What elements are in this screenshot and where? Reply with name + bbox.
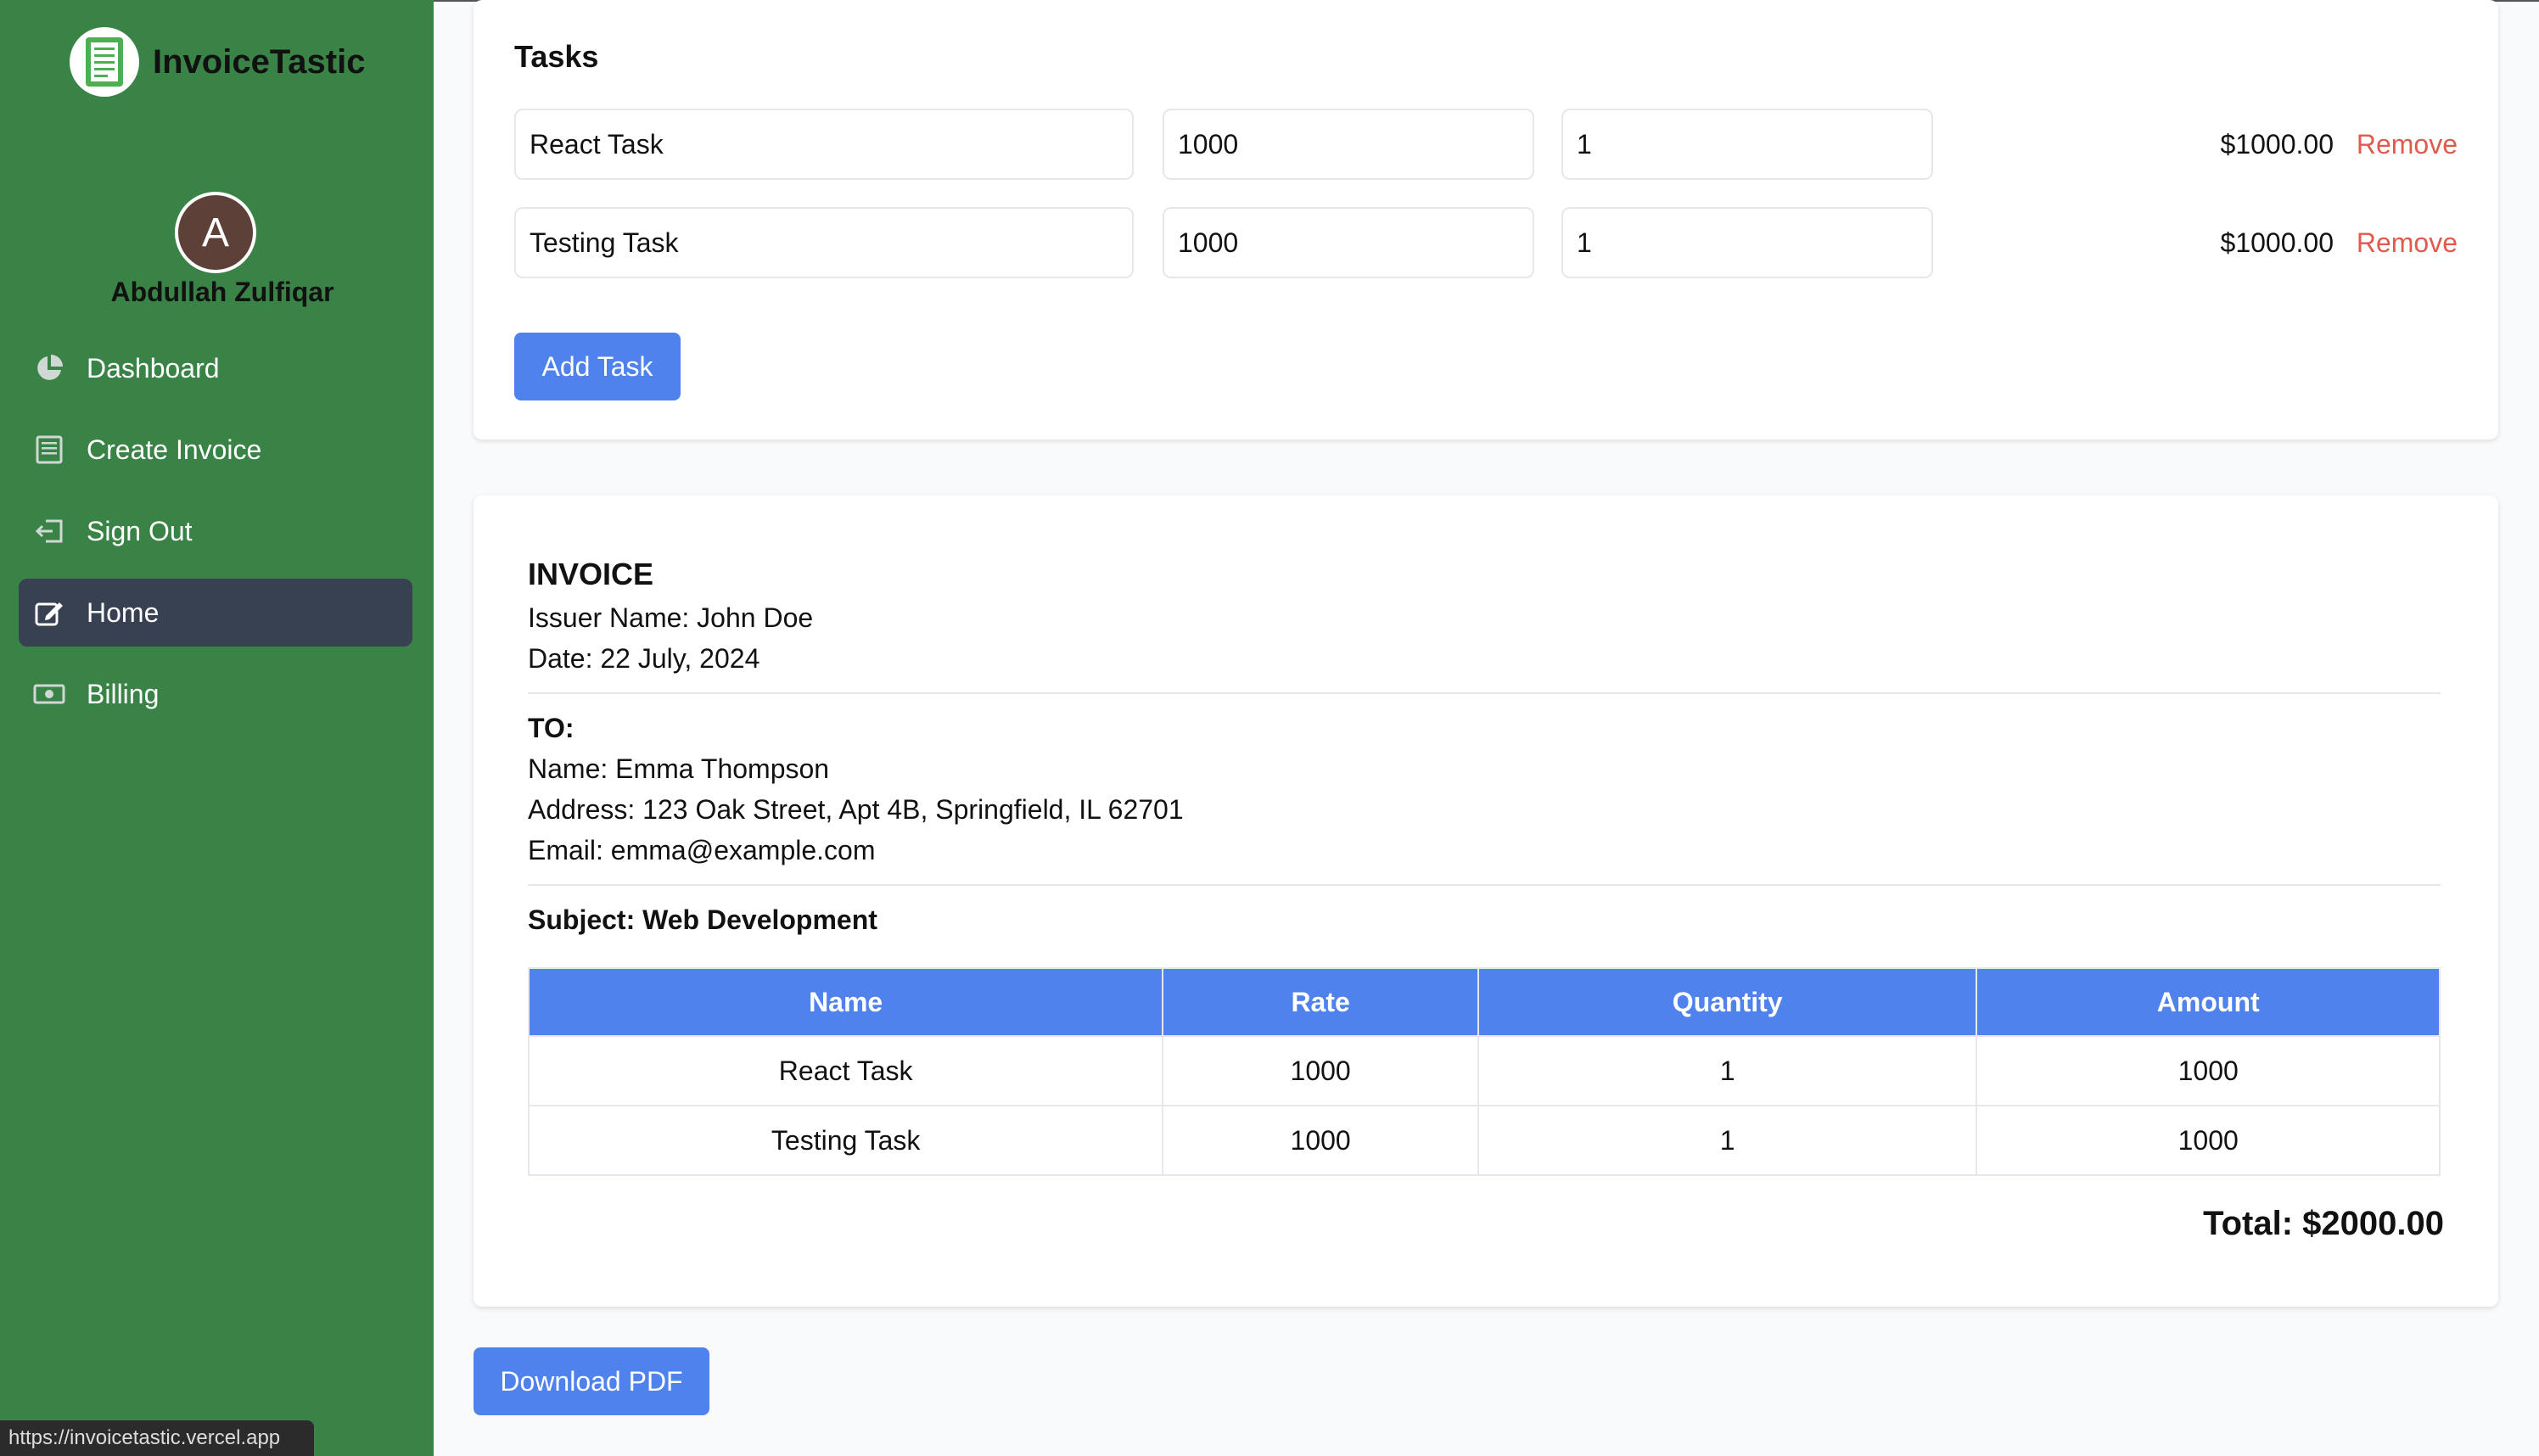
invoice-table: Name Rate Quantity Amount React Task 100… <box>527 967 2441 1176</box>
cell-quantity: 1 <box>1477 1035 1978 1106</box>
column-header-rate: Rate <box>1162 967 1479 1037</box>
edit-icon <box>32 596 66 630</box>
cell-name: Testing Task <box>527 1105 1164 1176</box>
remove-task-button[interactable]: Remove <box>2357 207 2458 278</box>
invoice-title: INVOICE <box>528 557 654 591</box>
recipient-name: Name: Emma Thompson <box>528 753 830 784</box>
cell-amount: 1000 <box>1976 1105 2441 1176</box>
cell-name: React Task <box>527 1035 1164 1106</box>
invoice-total: Total: $2000.00 <box>2203 1205 2444 1242</box>
sidebar-nav: Dashboard Create Invoice Sign Out Home B… <box>19 334 412 742</box>
sidebar-item-label: Home <box>87 596 160 628</box>
invoice-date: Date: 22 July, 2024 <box>528 643 760 674</box>
task-amount: $1000.00 <box>2220 128 2334 160</box>
pie-chart-icon <box>32 351 66 385</box>
recipient-address: Address: 123 Oak Street, Apt 4B, Springf… <box>528 794 1184 825</box>
add-task-button[interactable]: Add Task <box>514 333 681 400</box>
money-icon <box>32 677 66 711</box>
issuer-name: Issuer Name: John Doe <box>528 602 814 633</box>
sidebar-item-label: Dashboard <box>87 352 220 384</box>
cell-rate: 1000 <box>1162 1035 1479 1106</box>
status-bar-url: https://invoicetastic.vercel.app <box>0 1420 314 1456</box>
invoice-subject: Subject: Web Development <box>528 904 877 935</box>
task-quantity-input[interactable]: 1 <box>1561 109 1933 180</box>
table-header-row: Name Rate Quantity Amount <box>527 967 2441 1037</box>
column-header-amount: Amount <box>1976 967 2441 1037</box>
tasks-card: Tasks React Task 1000 1 $1000.00 Remove … <box>474 0 2498 440</box>
brand[interactable]: InvoiceTastic <box>70 27 365 97</box>
sidebar-item-label: Billing <box>87 678 160 709</box>
cell-quantity: 1 <box>1477 1105 1978 1176</box>
column-header-quantity: Quantity <box>1477 967 1978 1037</box>
task-name-input[interactable]: Testing Task <box>514 207 1134 278</box>
user-name: Abdullah Zulfiqar <box>110 277 334 307</box>
sidebar-item-label: Sign Out <box>87 515 193 546</box>
avatar: A <box>175 192 256 273</box>
task-row: React Task 1000 1 $1000.00 Remove <box>514 109 2458 180</box>
tasks-title: Tasks <box>514 39 599 74</box>
document-icon <box>32 433 66 467</box>
column-header-name: Name <box>527 967 1164 1037</box>
sidebar-item-sign-out[interactable]: Sign Out <box>19 497 412 565</box>
task-rate-input[interactable]: 1000 <box>1163 109 1534 180</box>
table-row: Testing Task 1000 1 1000 <box>527 1105 2441 1176</box>
divider <box>528 884 2441 886</box>
sidebar-item-billing[interactable]: Billing <box>19 660 412 728</box>
sidebar-item-create-invoice[interactable]: Create Invoice <box>19 416 412 484</box>
sidebar-item-label: Create Invoice <box>87 434 262 465</box>
divider <box>528 692 2441 694</box>
cell-amount: 1000 <box>1976 1035 2441 1106</box>
cell-rate: 1000 <box>1162 1105 1479 1176</box>
remove-task-button[interactable]: Remove <box>2357 109 2458 180</box>
sidebar-item-home[interactable]: Home <box>19 579 412 647</box>
task-amount: $1000.00 <box>2220 227 2334 258</box>
download-pdf-button[interactable]: Download PDF <box>474 1347 709 1415</box>
task-row: Testing Task 1000 1 $1000.00 Remove <box>514 207 2458 278</box>
task-rate-input[interactable]: 1000 <box>1163 207 1534 278</box>
recipient-email: Email: emma@example.com <box>528 835 876 865</box>
to-label: TO: <box>528 713 574 743</box>
invoice-preview: INVOICE Issuer Name: John Doe Date: 22 J… <box>474 496 2498 1307</box>
sidebar: InvoiceTastic A Abdullah Zulfiqar Dashbo… <box>0 0 434 1456</box>
task-quantity-input[interactable]: 1 <box>1561 207 1933 278</box>
sidebar-item-dashboard[interactable]: Dashboard <box>19 334 412 402</box>
invoice-logo-icon <box>70 27 139 97</box>
brand-name: InvoiceTastic <box>153 42 366 81</box>
task-name-input[interactable]: React Task <box>514 109 1134 180</box>
sign-out-icon <box>32 514 66 548</box>
table-row: React Task 1000 1 1000 <box>527 1035 2441 1106</box>
